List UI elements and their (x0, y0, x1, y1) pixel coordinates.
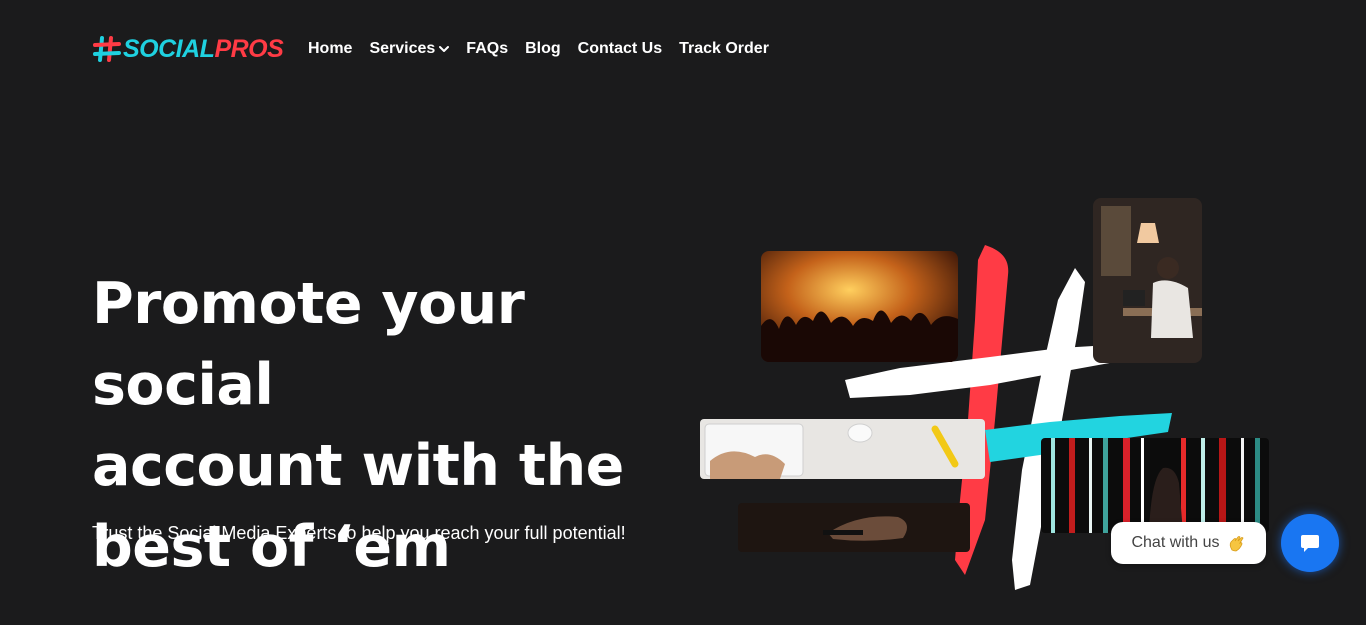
brand-name-part2: PROS (214, 34, 284, 63)
nav-track-order[interactable]: Track Order (679, 38, 769, 60)
concert-crowd-photo (761, 251, 958, 362)
hashtag-icon (93, 36, 121, 62)
light-stripes-photo (1041, 438, 1269, 533)
nav-blog[interactable]: Blog (525, 38, 561, 60)
hero-title-line1: Promote your social (92, 271, 525, 418)
brand-name-part1: SOCIAL (123, 34, 215, 63)
chat-bubble-label: Chat with us (1131, 534, 1220, 551)
main-nav: Home Services FAQs Blog Contact Us Track… (308, 38, 786, 60)
hero-title-line2: account with the (92, 433, 624, 499)
nav-faqs[interactable]: FAQs (466, 38, 508, 60)
nav-contact-us[interactable]: Contact Us (578, 38, 662, 60)
nav-services-label: Services (369, 40, 436, 57)
waving-hand-icon (1229, 536, 1244, 552)
chat-with-us-bubble[interactable]: Chat with us (1111, 522, 1266, 564)
nav-home[interactable]: Home (308, 38, 352, 60)
man-at-desk-photo (1093, 198, 1202, 363)
chat-launcher-button[interactable] (1281, 514, 1339, 572)
keyboard-hands-photo (700, 419, 985, 479)
hero-subtitle: Trust the Social Media Experts to help y… (92, 523, 626, 543)
brand-name: SOCIALPROS (123, 34, 284, 63)
nav-services[interactable]: Services (369, 38, 450, 60)
chevron-down-icon (439, 46, 450, 52)
brand-logo[interactable]: SOCIALPROS (93, 33, 284, 65)
chat-icon (1301, 535, 1319, 552)
phone-hands-photo (738, 503, 970, 552)
